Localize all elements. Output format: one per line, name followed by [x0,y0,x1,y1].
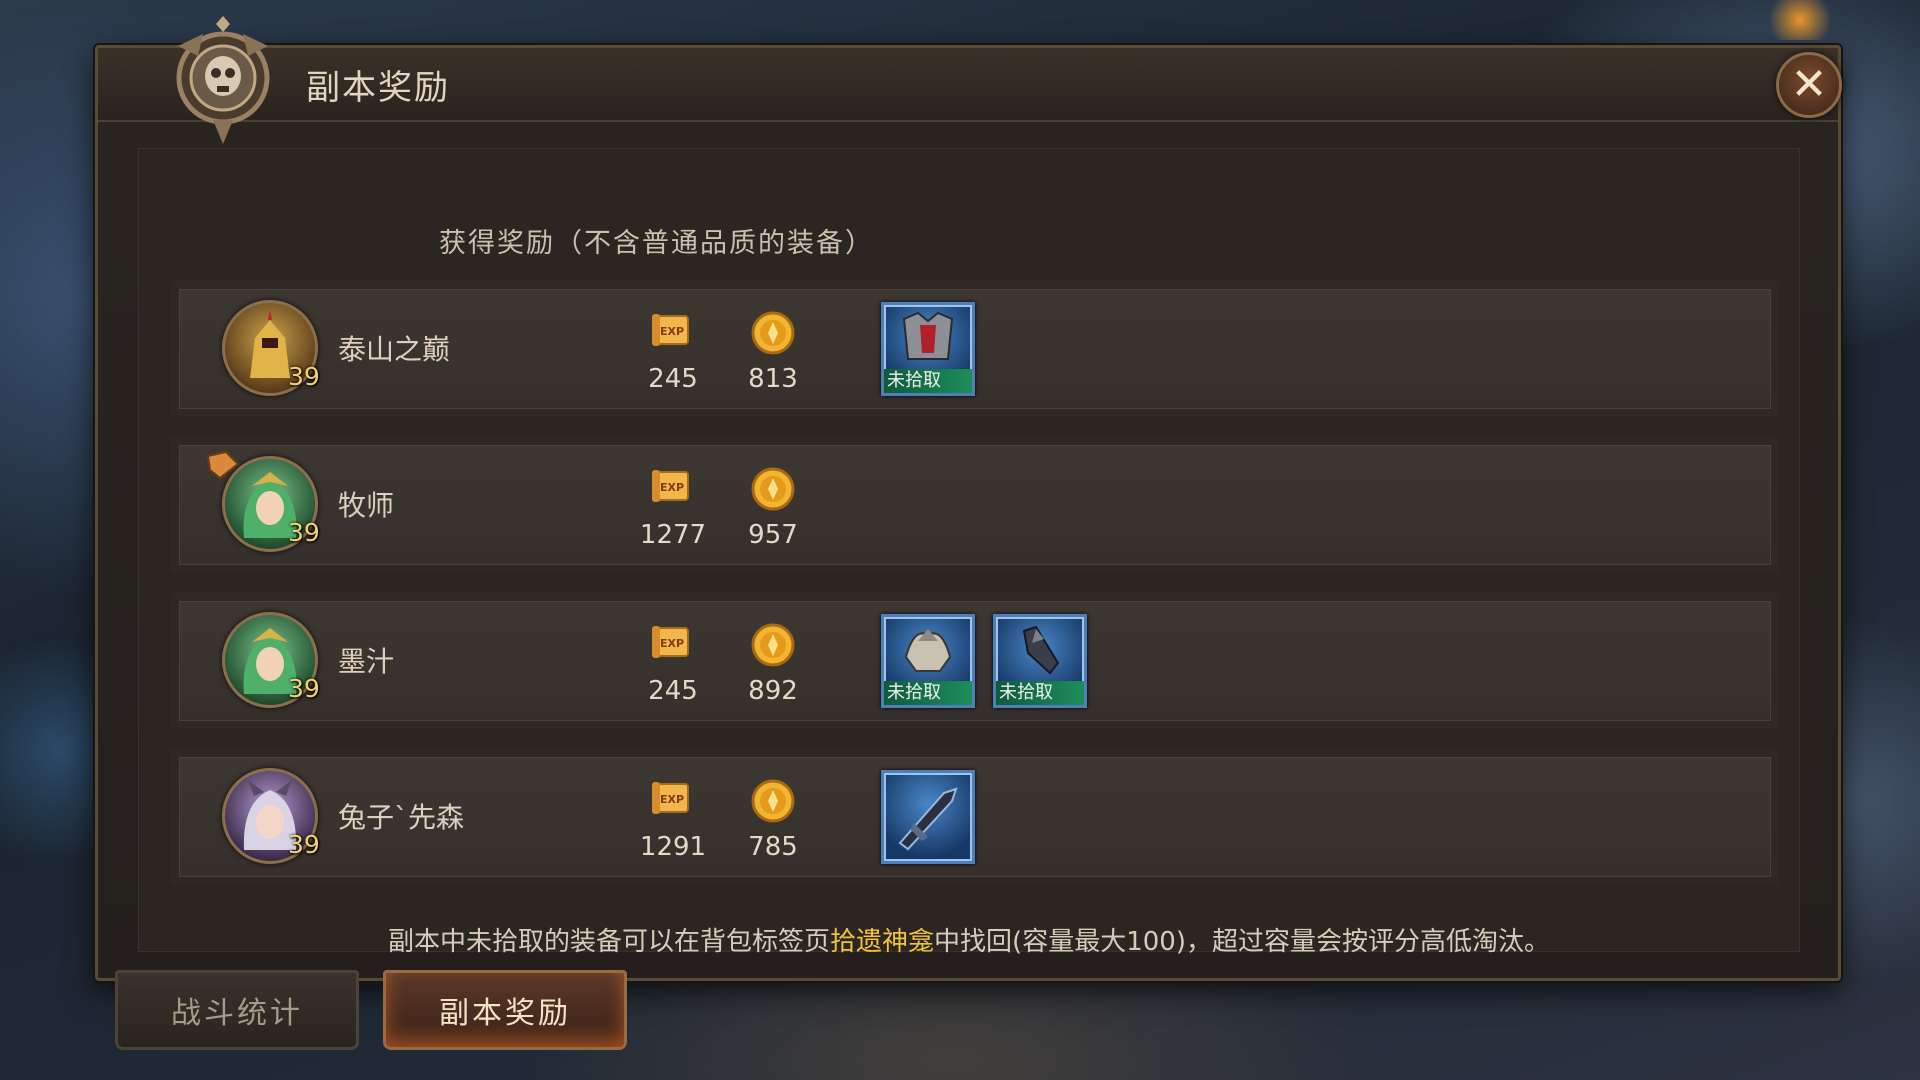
player-row: 39 墨汁 EXP 245 892 未拾取 未拾取 [179,601,1771,721]
player-level: 39 [288,674,320,703]
chest-armor-icon [902,311,954,360]
player-level: 39 [288,830,320,859]
svg-text:EXP: EXP [660,481,684,494]
exp-value: 245 [648,364,698,394]
svg-text:EXP: EXP [660,325,684,338]
shoulder-armor-icon [904,629,952,672]
notice-before: 副本中未拾取的装备可以在背包标签页 [388,927,831,957]
gold-value: 813 [748,364,798,394]
player-name: 墨汁 [338,645,395,678]
tab-battle-stats[interactable]: 战斗统计 [115,970,359,1050]
window-title: 副本奖励 [306,68,450,108]
gold-coin-icon [751,623,795,667]
gold-coin-icon [751,467,795,511]
dungeon-reward-panel: 副本奖励 ✕ 获得奖励（不含普通品质的装备） 39 泰山之巅 EXP 245 8… [95,16,1842,981]
gold-coin-icon [751,311,795,355]
gold-value: 957 [748,520,798,550]
unpicked-tag: 未拾取 [884,681,972,705]
exp-value: 1277 [639,520,707,550]
player-name: 牧师 [338,489,395,522]
player-name: 泰山之巅 [338,333,451,366]
svg-text:EXP: EXP [660,637,684,650]
svg-text:EXP: EXP [660,793,684,806]
close-icon: ✕ [1790,59,1828,110]
exp-value: 245 [648,676,698,706]
reward-content: 获得奖励（不含普通品质的装备） 39 泰山之巅 EXP 245 813 未拾取 … [138,148,1800,957]
gold-value: 892 [748,676,798,706]
tab-dungeon-reward[interactable]: 副本奖励 [383,970,627,1050]
unpicked-tag: 未拾取 [884,369,972,393]
exp-scroll-icon: EXP [652,314,689,346]
background-torch-glow [1760,0,1840,40]
skull-emblem-icon [176,16,270,144]
player-level: 39 [288,518,320,547]
gold-coin-icon [751,779,795,823]
shrine-link[interactable]: 拾遗神龛 [830,927,934,957]
leader-badge-icon [206,450,240,480]
player-level: 39 [288,362,320,391]
player-row: 39 牧师 EXP 1277 957 [179,445,1771,565]
item-slot[interactable] [881,770,975,864]
close-button[interactable]: ✕ [1776,52,1842,118]
gauntlet-icon [1022,625,1060,675]
player-row: 39 泰山之巅 EXP 245 813 未拾取 [179,289,1771,409]
item-slot[interactable]: 未拾取 [993,614,1087,708]
item-slot[interactable]: 未拾取 [881,614,975,708]
title-bar: 副本奖励 [98,48,1838,122]
player-row: 39 兔子`先森 EXP 1291 785 [179,757,1771,877]
player-name: 兔子`先森 [338,801,465,834]
exp-scroll-icon: EXP [652,470,689,502]
exp-scroll-icon: EXP [652,626,689,658]
notice-after: 中找回(容量最大100)，超过容量会按评分高低淘汰。 [934,927,1550,957]
exp-scroll-icon: EXP [652,782,689,814]
dark-weapon-icon [898,787,958,851]
unpicked-tag: 未拾取 [996,681,1084,705]
reward-subtitle: 获得奖励（不含普通品质的装备） [439,228,874,259]
exp-value: 1291 [639,832,707,862]
notice-text: 副本中未拾取的装备可以在背包标签页拾遗神龛中找回(容量最大100)，超过容量会按… [139,921,1799,958]
item-slot[interactable]: 未拾取 [881,302,975,396]
gold-value: 785 [748,832,798,862]
